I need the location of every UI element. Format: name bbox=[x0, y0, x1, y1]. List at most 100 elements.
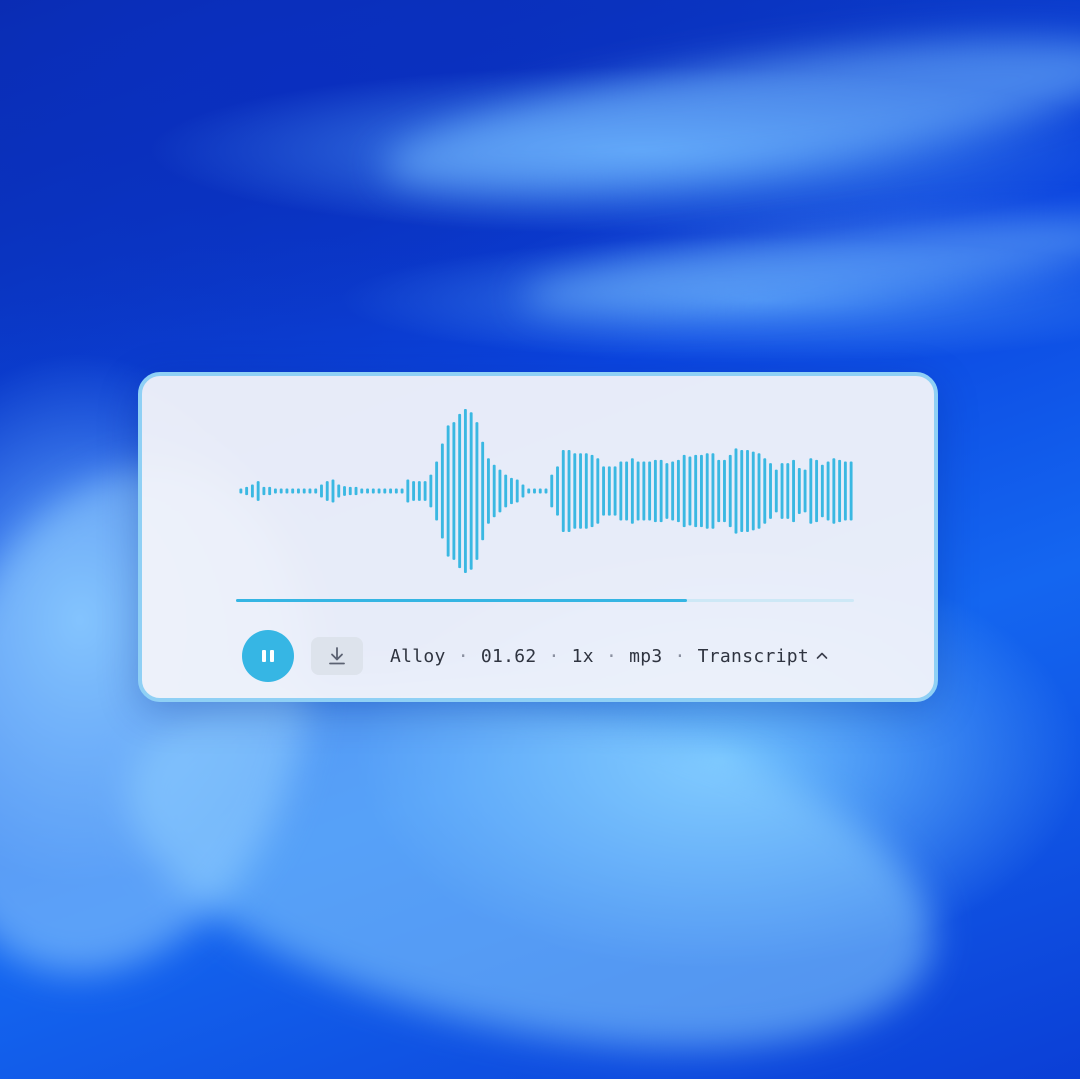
waveform-bar bbox=[291, 488, 295, 494]
waveform-bar bbox=[648, 461, 652, 521]
waveform-bar bbox=[734, 448, 738, 534]
playback-speed[interactable]: 1x bbox=[572, 646, 594, 667]
waveform-bar bbox=[360, 488, 364, 494]
background-light-streak bbox=[518, 197, 1080, 333]
waveform-bar bbox=[406, 479, 410, 503]
waveform-bar bbox=[279, 488, 283, 494]
waveform-bar bbox=[250, 484, 254, 498]
playback-controls: Alloy · 01.62 · 1x · mp3 · Transcript bbox=[242, 630, 829, 682]
audio-player-card: Alloy · 01.62 · 1x · mp3 · Transcript bbox=[138, 372, 938, 702]
waveform-bar bbox=[446, 425, 450, 557]
separator: · bbox=[605, 645, 618, 667]
waveform-bar bbox=[613, 466, 617, 516]
waveform-bar bbox=[268, 486, 272, 496]
waveform-bar bbox=[273, 488, 277, 494]
waveform-bar bbox=[757, 453, 761, 529]
waveform-bar bbox=[797, 468, 801, 514]
waveform-bar bbox=[849, 461, 853, 521]
waveform-bar bbox=[688, 456, 692, 526]
waveform-bar bbox=[412, 481, 416, 501]
transcript-toggle[interactable]: Transcript bbox=[698, 646, 829, 667]
waveform-bar bbox=[815, 459, 819, 523]
waveform-bar bbox=[642, 461, 646, 521]
audio-metadata: Alloy · 01.62 · 1x · mp3 · Transcript bbox=[390, 646, 829, 667]
progress-track[interactable] bbox=[236, 599, 854, 602]
waveform-bar bbox=[659, 459, 663, 523]
waveform-bar bbox=[320, 484, 323, 498]
waveform-bar bbox=[544, 488, 548, 494]
waveform-bar bbox=[607, 466, 611, 516]
waveform-bar bbox=[423, 481, 427, 501]
waveform-bar bbox=[435, 461, 439, 521]
waveform-bar bbox=[763, 458, 767, 524]
waveform-bar bbox=[343, 486, 346, 496]
playback-time: 01.62 bbox=[480, 645, 537, 667]
download-button[interactable] bbox=[311, 637, 363, 675]
waveform-bar bbox=[469, 412, 473, 570]
waveform-bar bbox=[602, 466, 606, 516]
waveform-bar bbox=[567, 450, 571, 532]
waveform-bar bbox=[325, 481, 329, 501]
waveform-bar bbox=[515, 479, 519, 503]
waveform-bar bbox=[440, 443, 444, 539]
waveform-bar bbox=[452, 422, 456, 560]
waveform-bar bbox=[838, 459, 842, 523]
audio-waveform[interactable] bbox=[238, 406, 854, 576]
waveform-bar bbox=[723, 459, 726, 523]
waveform-bar bbox=[285, 488, 289, 494]
waveform-bar bbox=[308, 488, 312, 494]
waveform-bar bbox=[832, 458, 836, 524]
waveform-bar bbox=[348, 486, 352, 496]
waveform-bar bbox=[256, 481, 260, 501]
waveform-bar bbox=[746, 450, 749, 532]
waveform-bar bbox=[717, 459, 721, 523]
waveform-bar bbox=[671, 461, 675, 521]
waveform-bar bbox=[561, 450, 565, 532]
waveform-bar bbox=[302, 488, 306, 494]
waveform-bar bbox=[504, 474, 508, 508]
waveform-bar bbox=[486, 458, 490, 524]
waveform-bar bbox=[394, 488, 398, 494]
waveform-bar bbox=[625, 461, 629, 521]
waveform-bar bbox=[389, 488, 392, 494]
waveform-bar bbox=[314, 488, 318, 494]
waveform-bar bbox=[383, 488, 387, 494]
waveform-bar bbox=[700, 454, 703, 528]
waveform-bar bbox=[458, 413, 462, 569]
waveform-bar bbox=[636, 461, 640, 521]
separator: · bbox=[548, 645, 560, 667]
waveform-bar bbox=[429, 474, 433, 508]
waveform-bar bbox=[780, 463, 784, 519]
waveform-bar bbox=[262, 486, 266, 496]
waveform-bar bbox=[579, 453, 582, 529]
waveform-bar bbox=[521, 484, 525, 498]
download-icon bbox=[329, 647, 345, 665]
pause-button[interactable] bbox=[242, 630, 294, 682]
waveform-bar bbox=[769, 463, 772, 519]
waveform-bar bbox=[245, 486, 249, 496]
waveform-bar bbox=[527, 488, 531, 494]
waveform-bar bbox=[590, 454, 594, 528]
waveform-bar bbox=[337, 484, 341, 498]
waveform-bar bbox=[786, 463, 790, 519]
waveform-bar bbox=[556, 466, 559, 516]
waveform-bar bbox=[809, 458, 813, 524]
waveform-bar bbox=[596, 458, 600, 524]
waveform-bar bbox=[481, 441, 485, 541]
waveform-bar bbox=[492, 464, 496, 518]
chevron-up-icon bbox=[816, 652, 828, 659]
waveform-bar bbox=[584, 453, 588, 529]
waveform-bar bbox=[826, 461, 830, 521]
waveform-bar bbox=[792, 459, 795, 523]
waveform-bar bbox=[820, 464, 824, 518]
waveform-bar bbox=[297, 488, 300, 494]
waveform-bar bbox=[705, 453, 709, 529]
waveform-bar bbox=[843, 461, 847, 521]
separator: · bbox=[457, 645, 469, 667]
waveform-bar bbox=[694, 454, 698, 528]
waveform-bar bbox=[550, 474, 554, 508]
waveform-bar bbox=[774, 469, 778, 513]
waveform-bar bbox=[331, 479, 335, 503]
waveform-bar bbox=[366, 488, 369, 494]
waveform-bar bbox=[682, 454, 686, 528]
